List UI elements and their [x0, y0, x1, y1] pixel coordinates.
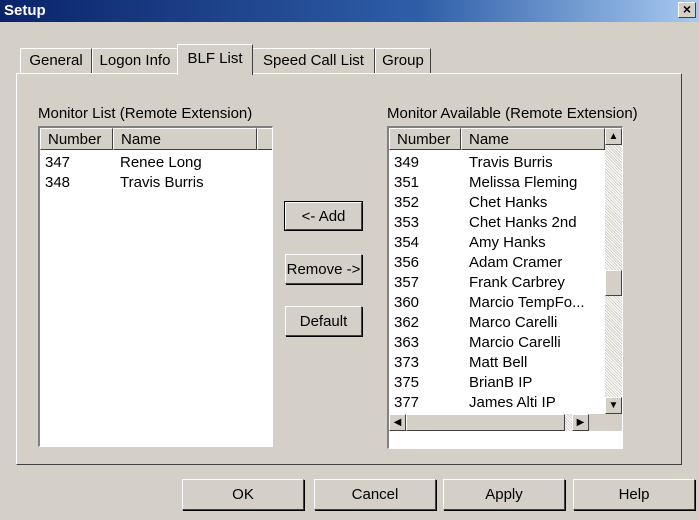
horizontal-scroll-thumb[interactable] [406, 414, 565, 431]
item-name: Marco Carelli [469, 314, 558, 331]
tab-general[interactable]: General [20, 48, 92, 73]
scroll-down-icon: ▼ [608, 400, 619, 411]
item-number: 377 [394, 394, 420, 411]
list-item[interactable]: 363 Marcio Carelli [389, 334, 605, 354]
item-number: 349 [394, 154, 420, 171]
apply-button[interactable]: Apply [443, 479, 565, 510]
item-number: 354 [394, 234, 420, 251]
ok-button-label: OK [232, 486, 254, 503]
help-button-label: Help [618, 486, 650, 503]
tab-label: Group [382, 52, 424, 69]
remove-button[interactable]: Remove -> [285, 254, 362, 284]
scroll-right-icon: ▶ [576, 417, 585, 428]
item-name: Melissa Fleming [469, 174, 578, 191]
item-number: 352 [394, 194, 420, 211]
list-item[interactable]: 347 Renee Long [40, 154, 272, 174]
horizontal-scroll-track[interactable] [565, 414, 572, 431]
item-name: Marcio TempFo... [469, 294, 585, 311]
blf-list-panel: Monitor List (Remote Extension) Number N… [16, 73, 682, 465]
column-header-number[interactable]: Number [389, 128, 461, 150]
item-number: 348 [45, 174, 71, 191]
list-item[interactable]: 356 Adam Cramer [389, 254, 605, 274]
item-name: Renee Long [120, 154, 202, 171]
list-item[interactable]: 349 Travis Burris [389, 154, 605, 174]
column-header-label: Name [469, 131, 510, 148]
monitor-available-label: Monitor Available (Remote Extension) [387, 105, 638, 122]
scroll-down-button[interactable]: ▼ [605, 397, 622, 414]
scroll-right-button[interactable]: ▶ [572, 414, 589, 431]
monitor-list[interactable]: Number Name 347 Renee Long 348 Travis Bu… [38, 126, 273, 447]
title-bar: Setup × [0, 0, 699, 22]
scroll-left-button[interactable]: ◀ [389, 414, 406, 431]
item-number: 373 [394, 354, 420, 371]
item-name: Travis Burris [120, 174, 204, 191]
item-name: Frank Carbrey [469, 274, 565, 291]
list-item[interactable]: 352 Chet Hanks [389, 194, 605, 214]
item-name: Amy Hanks [469, 234, 546, 251]
list-item[interactable]: 348 Travis Burris [40, 174, 272, 194]
tab-logon-info[interactable]: Logon Info [92, 48, 178, 73]
tab-label: General [29, 52, 83, 69]
item-number: 351 [394, 174, 420, 191]
list-item[interactable]: 375 BrianB IP [389, 374, 605, 394]
default-button-label: Default [299, 313, 348, 330]
tab-blf-list[interactable]: BLF List [177, 44, 253, 75]
item-number: 356 [394, 254, 420, 271]
list-item[interactable]: 351 Melissa Fleming [389, 174, 605, 194]
ok-button[interactable]: OK [182, 479, 304, 510]
item-name: James Alti IP [469, 394, 556, 411]
window-title: Setup [4, 2, 46, 19]
item-number: 357 [394, 274, 420, 291]
add-button[interactable]: <- Add [284, 201, 363, 231]
close-button[interactable]: × [678, 2, 696, 18]
scroll-left-icon: ◀ [393, 417, 402, 428]
item-name: Chet Hanks [469, 194, 548, 211]
close-icon: × [682, 1, 692, 17]
tab-label: BLF List [187, 50, 243, 67]
item-name: Chet Hanks 2nd [469, 214, 577, 231]
scroll-up-button[interactable]: ▲ [605, 128, 622, 145]
list-item[interactable]: 360 Marcio TempFo... [389, 294, 605, 314]
remove-button-label: Remove -> [286, 261, 361, 278]
tab-speed-call-list[interactable]: Speed Call List [252, 48, 375, 73]
list-item[interactable]: 377 James Alti IP [389, 394, 605, 414]
scroll-corner [589, 414, 622, 431]
monitor-available-list[interactable]: Number Name 349 Travis Burris 351 Melissa … [387, 126, 623, 449]
column-header-name[interactable]: Name [113, 128, 257, 150]
item-name: BrianB IP [469, 374, 533, 391]
item-name: Adam Cramer [469, 254, 563, 271]
item-name: Matt Bell [469, 354, 528, 371]
item-number: 362 [394, 314, 420, 331]
tab-label: Logon Info [99, 52, 171, 69]
column-header-number[interactable]: Number [40, 128, 113, 150]
cancel-button[interactable]: Cancel [314, 479, 436, 510]
add-button-label: <- Add [301, 208, 346, 225]
item-number: 360 [394, 294, 420, 311]
item-name: Marcio Carelli [469, 334, 561, 351]
column-header-label: Number [397, 131, 451, 148]
list-item[interactable]: 354 Amy Hanks [389, 234, 605, 254]
column-header-label: Name [121, 131, 162, 148]
column-header-name[interactable]: Name [461, 128, 605, 150]
item-number: 363 [394, 334, 420, 351]
default-button[interactable]: Default [285, 306, 362, 336]
list-item[interactable]: 353 Chet Hanks 2nd [389, 214, 605, 234]
monitor-list-label: Monitor List (Remote Extension) [38, 105, 253, 122]
help-button[interactable]: Help [573, 479, 695, 510]
item-name: Travis Burris [469, 154, 553, 171]
item-number: 347 [45, 154, 71, 171]
column-header-filler [257, 128, 272, 150]
item-number: 353 [394, 214, 420, 231]
tab-group[interactable]: Group [375, 48, 431, 73]
list-item[interactable]: 357 Frank Carbrey [389, 274, 605, 294]
scroll-up-icon: ▲ [608, 131, 619, 142]
vertical-scroll-thumb[interactable] [605, 270, 622, 296]
item-number: 375 [394, 374, 420, 391]
column-header-label: Number [48, 131, 102, 148]
list-item[interactable]: 362 Marco Carelli [389, 314, 605, 334]
apply-button-label: Apply [485, 486, 523, 503]
list-item[interactable]: 373 Matt Bell [389, 354, 605, 374]
tab-label: Speed Call List [263, 52, 364, 69]
cancel-button-label: Cancel [351, 486, 399, 503]
